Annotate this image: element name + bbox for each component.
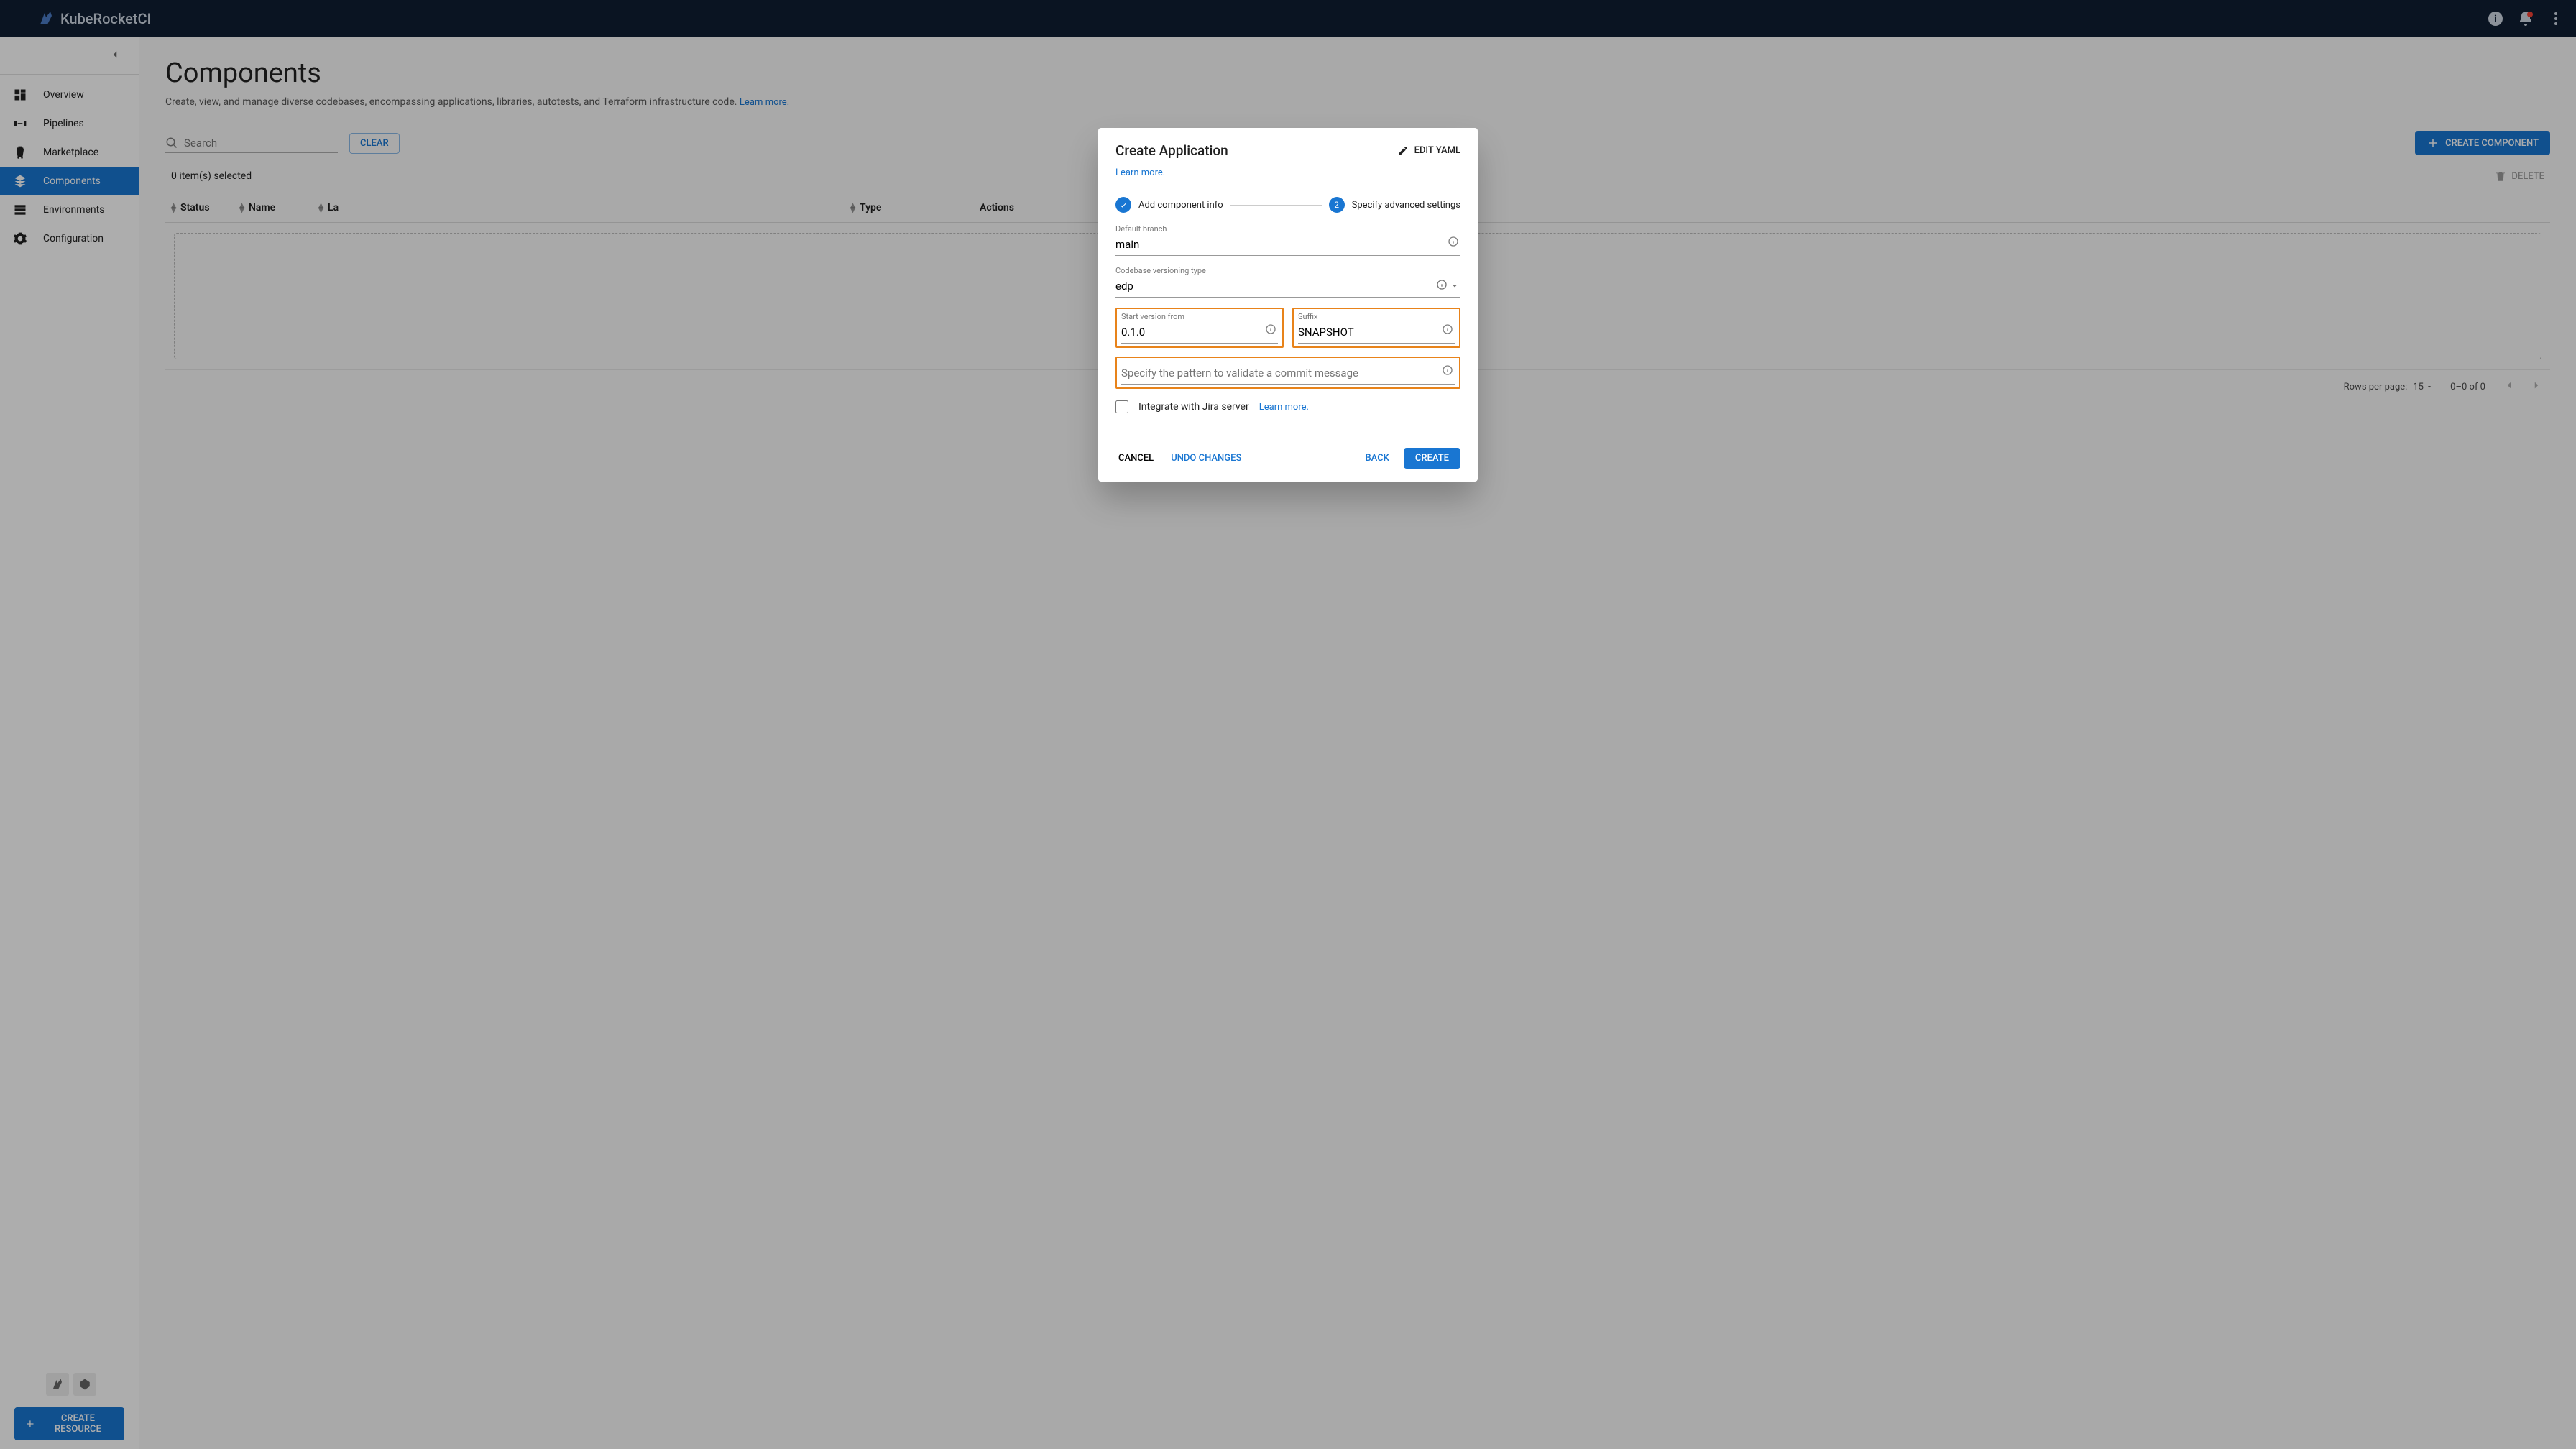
default-branch-input[interactable] xyxy=(1116,235,1460,256)
start-version-label: Start version from xyxy=(1121,312,1278,321)
dialog-title: Create Application xyxy=(1116,142,1228,159)
undo-button[interactable]: UNDO CHANGES xyxy=(1168,448,1244,468)
dialog-learn-more-link[interactable]: Learn more. xyxy=(1116,167,1165,178)
info-icon[interactable] xyxy=(1448,236,1459,250)
versioning-select[interactable] xyxy=(1116,277,1460,298)
commit-pattern-input[interactable] xyxy=(1121,364,1455,385)
suffix-label: Suffix xyxy=(1298,312,1455,321)
modal-overlay: Create Application EDIT YAML Learn more.… xyxy=(0,0,2576,1449)
pencil-icon xyxy=(1397,145,1409,157)
step-2[interactable]: 2 Specify advanced settings xyxy=(1329,197,1460,213)
versioning-label: Codebase versioning type xyxy=(1116,266,1460,275)
start-version-input[interactable] xyxy=(1121,323,1278,344)
info-icon[interactable] xyxy=(1442,323,1453,338)
cancel-button[interactable]: CANCEL xyxy=(1116,448,1156,468)
info-icon[interactable] xyxy=(1442,364,1453,379)
jira-learn-more-link[interactable]: Learn more. xyxy=(1259,402,1309,413)
chevron-down-icon[interactable] xyxy=(1450,280,1459,293)
create-button[interactable]: CREATE xyxy=(1404,448,1460,469)
default-branch-label: Default branch xyxy=(1116,224,1460,234)
create-application-dialog: Create Application EDIT YAML Learn more.… xyxy=(1098,128,1478,482)
suffix-input[interactable] xyxy=(1298,323,1455,344)
info-icon[interactable] xyxy=(1436,279,1448,293)
step-1[interactable]: Add component info xyxy=(1116,197,1223,213)
info-icon[interactable] xyxy=(1265,323,1276,338)
edit-yaml-button[interactable]: EDIT YAML xyxy=(1397,145,1460,157)
jira-label: Integrate with Jira server xyxy=(1138,401,1249,413)
back-button[interactable]: BACK xyxy=(1362,448,1392,468)
check-icon xyxy=(1116,197,1131,213)
jira-checkbox[interactable] xyxy=(1116,400,1128,413)
